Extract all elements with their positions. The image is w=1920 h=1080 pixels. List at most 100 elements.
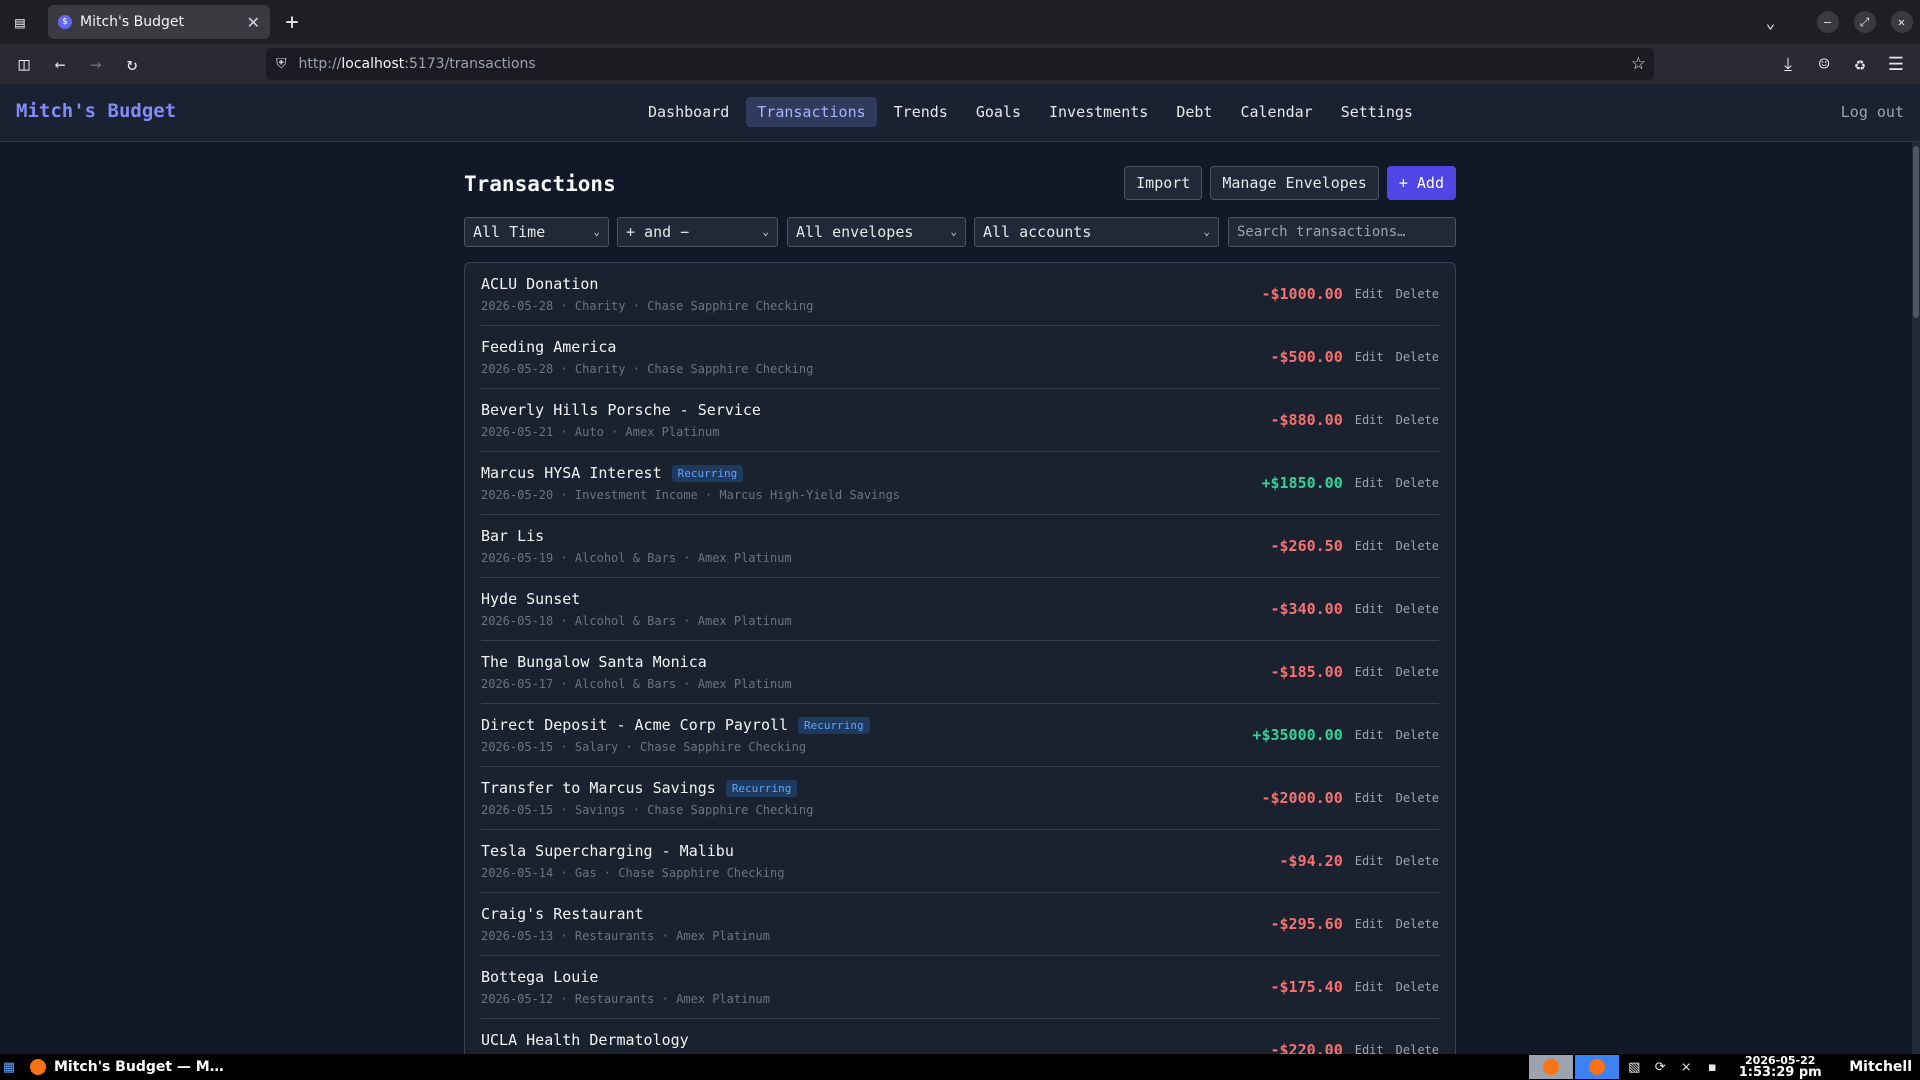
recurring-badge: Recurring (798, 716, 870, 734)
transaction-title: Craig's Restaurant (481, 905, 644, 923)
nav-transactions[interactable]: Transactions (746, 97, 877, 127)
transaction-row[interactable]: Tesla Supercharging - Malibu 2026-05-14 ·… (481, 830, 1439, 893)
close-icon[interactable]: ✕ (247, 13, 260, 32)
edit-button[interactable]: Edit (1355, 728, 1384, 742)
sidebar-icon[interactable]: ◫ (6, 44, 42, 84)
nav-investments[interactable]: Investments (1038, 97, 1159, 127)
scrollbar-thumb[interactable] (1913, 146, 1919, 318)
transaction-name: The Bungalow Santa Monica (481, 653, 707, 671)
delete-button[interactable]: Delete (1396, 665, 1439, 679)
star-icon[interactable]: ☆ (1631, 54, 1646, 74)
delete-button[interactable]: Delete (1396, 854, 1439, 868)
edit-button[interactable]: Edit (1355, 665, 1384, 679)
edit-button[interactable]: Edit (1355, 980, 1384, 994)
delete-button[interactable]: Delete (1396, 287, 1439, 301)
transaction-name: Marcus HYSA Interest (481, 464, 662, 482)
nav-debt[interactable]: Debt (1165, 97, 1223, 127)
edit-button[interactable]: Edit (1355, 854, 1384, 868)
close-window-icon[interactable]: ✕ (1883, 0, 1920, 44)
transaction-row[interactable]: ACLU Donation 2026-05-28 · Charity · Chas… (481, 263, 1439, 326)
clock[interactable]: 2026-05-22 1:53:29 pm (1725, 1055, 1835, 1079)
edit-button[interactable]: Edit (1355, 287, 1384, 301)
taskbar-window-button[interactable]: Mitch's Budget — M… (30, 1059, 224, 1075)
nav-goals[interactable]: Goals (965, 97, 1032, 127)
shield-icon[interactable]: ⛨ (276, 56, 287, 72)
reload-icon[interactable]: ↻ (114, 44, 150, 84)
transaction-meta: 2026-05-13 · Restaurants · Amex Platinum (481, 929, 770, 943)
transaction-row[interactable]: Beverly Hills Porsche - Service 2026-05-2… (481, 389, 1439, 452)
chat-icon[interactable]: ▪ (1699, 1054, 1725, 1080)
nav-trends[interactable]: Trends (883, 97, 959, 127)
search-input[interactable] (1228, 217, 1456, 247)
transaction-row[interactable]: Bottega Louie 2026-05-12 · Restaurants · … (481, 956, 1439, 1019)
manage-envelopes-button[interactable]: Manage Envelopes (1210, 166, 1379, 200)
download-icon[interactable]: ⤓ (1770, 44, 1806, 84)
browser-tabbar: ▤ $ Mitch's Budget ✕ + ⌄ – ⤢ ✕ (0, 0, 1920, 44)
edit-button[interactable]: Edit (1355, 350, 1384, 364)
logout-button[interactable]: Log out (1841, 103, 1904, 121)
nav-dashboard[interactable]: Dashboard (637, 97, 740, 127)
delete-button[interactable]: Delete (1396, 413, 1439, 427)
workspace-1[interactable] (1529, 1055, 1574, 1079)
edit-button[interactable]: Edit (1355, 539, 1384, 553)
update-icon[interactable]: ⟳ (1647, 1054, 1673, 1080)
chevron-down-icon[interactable]: ⌄ (1752, 0, 1789, 44)
transaction-row[interactable]: Feeding America 2026-05-28 · Charity · Ch… (481, 326, 1439, 389)
menu-icon[interactable]: ☰ (1878, 44, 1914, 84)
url-bar[interactable]: ⛨ http:// localhost :5173/transactions ☆ (266, 48, 1654, 80)
account-icon[interactable]: ☺ (1806, 44, 1842, 84)
user-name[interactable]: Mitchell (1835, 1059, 1920, 1075)
transaction-meta: 2026-05-18 · Alcohol & Bars · Amex Plati… (481, 614, 792, 628)
page-scrollbar[interactable] (1912, 142, 1920, 1054)
transaction-row[interactable]: Hyde Sunset 2026-05-18 · Alcohol & Bars ·… (481, 578, 1439, 641)
system-tray: ▧ ⟳ ⨯ ▪ 2026-05-22 1:53:29 pm Mitchell (1529, 1054, 1920, 1080)
apps-menu-icon[interactable]: ▦ (0, 1054, 18, 1080)
envelope-filter-select[interactable]: All envelopes ⌄ (787, 217, 966, 247)
edit-button[interactable]: Edit (1355, 602, 1384, 616)
plus-icon[interactable]: + (272, 0, 312, 44)
delete-button[interactable]: Delete (1396, 728, 1439, 742)
transaction-actions: -$1000.00 Edit Delete (1261, 285, 1439, 303)
transaction-list: ACLU Donation 2026-05-28 · Charity · Chas… (464, 262, 1456, 1080)
brand-logo[interactable]: Mitch's Budget (16, 100, 176, 122)
nav-settings[interactable]: Settings (1330, 97, 1424, 127)
tab-list-icon[interactable]: ▤ (0, 0, 40, 44)
add-transaction-button[interactable]: + Add (1386, 166, 1456, 200)
transaction-row[interactable]: Direct Deposit - Acme Corp Payroll Recurr… (481, 704, 1439, 767)
nav-calendar[interactable]: Calendar (1229, 97, 1323, 127)
direction-filter-select[interactable]: + and − ⌄ (617, 217, 778, 247)
network-icon[interactable]: ▧ (1621, 1054, 1647, 1080)
transaction-meta: 2026-05-17 · Alcohol & Bars · Amex Plati… (481, 677, 792, 691)
delete-button[interactable]: Delete (1396, 350, 1439, 364)
transaction-row[interactable]: Bar Lis 2026-05-19 · Alcohol & Bars · Ame… (481, 515, 1439, 578)
transaction-name: UCLA Health Dermatology (481, 1031, 689, 1049)
delete-button[interactable]: Delete (1396, 476, 1439, 490)
edit-button[interactable]: Edit (1355, 476, 1384, 490)
delete-button[interactable]: Delete (1396, 980, 1439, 994)
browser-tab[interactable]: $ Mitch's Budget ✕ (48, 5, 270, 39)
transaction-row[interactable]: The Bungalow Santa Monica 2026-05-17 · Al… (481, 641, 1439, 704)
delete-button[interactable]: Delete (1396, 791, 1439, 805)
forward-icon[interactable]: → (78, 44, 114, 84)
import-button[interactable]: Import (1124, 166, 1203, 200)
transaction-row[interactable]: Marcus HYSA Interest Recurring 2026-05-20 … (481, 452, 1439, 515)
workspace-2[interactable] (1575, 1055, 1620, 1079)
restore-icon[interactable]: ⤢ (1846, 0, 1883, 44)
edit-button[interactable]: Edit (1355, 413, 1384, 427)
delete-button[interactable]: Delete (1396, 539, 1439, 553)
account-filter-select[interactable]: All accounts ⌄ (974, 217, 1219, 247)
delete-button[interactable]: Delete (1396, 602, 1439, 616)
transaction-title: Feeding America (481, 338, 616, 356)
transaction-row[interactable]: Transfer to Marcus Savings Recurring 2026-… (481, 767, 1439, 830)
mute-icon[interactable]: ⨯ (1673, 1054, 1699, 1080)
back-icon[interactable]: ← (42, 44, 78, 84)
extensions-icon[interactable]: ♻ (1842, 44, 1878, 84)
time-filter-select[interactable]: All Time ⌄ (464, 217, 609, 247)
transaction-row[interactable]: Craig's Restaurant 2026-05-13 · Restauran… (481, 893, 1439, 956)
minimize-icon[interactable]: – (1809, 0, 1846, 44)
edit-button[interactable]: Edit (1355, 917, 1384, 931)
transaction-title: Bar Lis (481, 527, 544, 545)
transaction-title: UCLA Health Dermatology (481, 1031, 689, 1049)
delete-button[interactable]: Delete (1396, 917, 1439, 931)
edit-button[interactable]: Edit (1355, 791, 1384, 805)
